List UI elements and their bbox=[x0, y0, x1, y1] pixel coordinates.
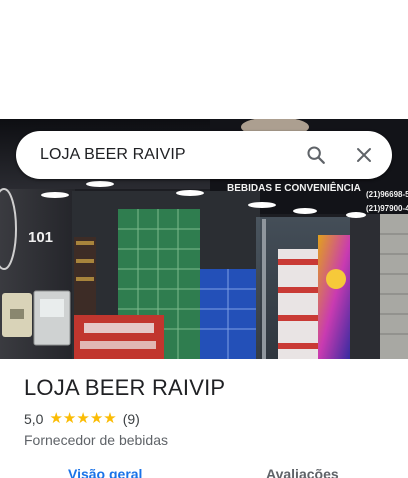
search-bar[interactable]: LOJA BEER RAIVIP bbox=[16, 131, 392, 179]
search-input[interactable]: LOJA BEER RAIVIP bbox=[40, 146, 292, 164]
storefront-phone-2: (21)97900-4897 bbox=[366, 204, 408, 213]
close-icon[interactable] bbox=[340, 131, 388, 179]
house-number: 101 bbox=[28, 229, 53, 246]
place-category: Fornecedor de bebidas bbox=[24, 432, 168, 448]
top-blank-area bbox=[0, 0, 408, 119]
tab-reviews[interactable]: Avaliações bbox=[266, 466, 339, 478]
star-rating: ★ ★ ★ ★ ★ bbox=[49, 411, 116, 427]
place-title: LOJA BEER RAIVIP bbox=[24, 375, 226, 400]
star-icon: ★ bbox=[103, 410, 117, 427]
star-icon: ★ bbox=[49, 410, 63, 427]
rating-row[interactable]: 5,0 ★ ★ ★ ★ ★ (9) bbox=[24, 411, 140, 428]
storefront-sign: BEBIDAS E CONVENIÊNCIA bbox=[227, 181, 361, 194]
star-icon: ★ bbox=[89, 410, 104, 427]
place-tabs: Visão geral Avaliações bbox=[0, 466, 408, 478]
rating-value: 5,0 bbox=[24, 411, 44, 427]
review-count[interactable]: (9) bbox=[123, 411, 140, 427]
tab-overview[interactable]: Visão geral bbox=[68, 466, 142, 478]
star-icon: ★ bbox=[76, 410, 90, 427]
search-icon[interactable] bbox=[292, 131, 340, 179]
star-icon: ★ bbox=[62, 410, 77, 427]
storefront-phone-1: (21)96698-5686 bbox=[366, 190, 408, 199]
